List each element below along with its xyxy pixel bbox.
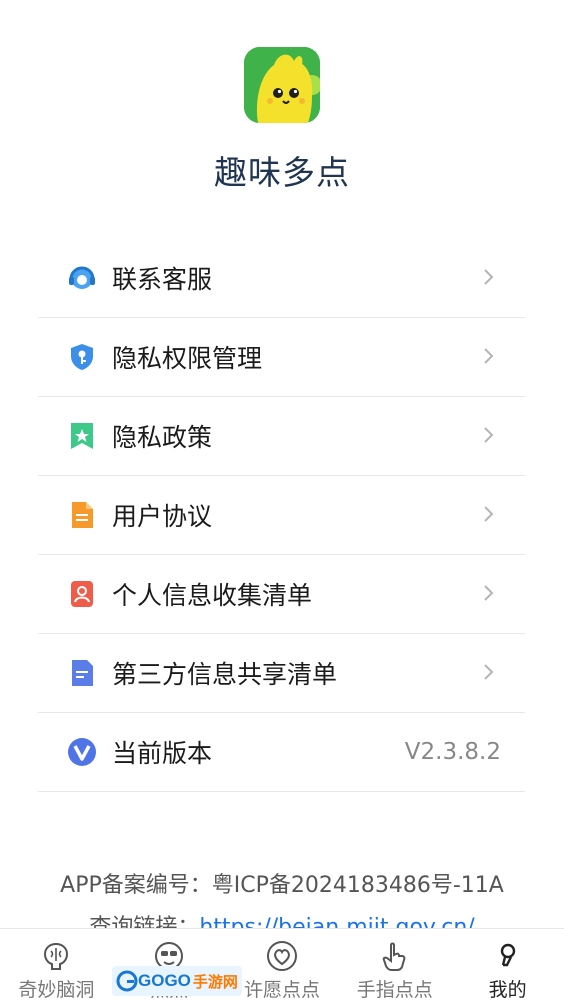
document-icon — [66, 499, 98, 531]
menu-item-privacy-permissions[interactable]: 隐私权限管理 — [38, 318, 525, 397]
chevron-right-icon — [484, 269, 494, 285]
tab-profile[interactable]: 我的 — [451, 929, 564, 1005]
app-name: 趣味多点 — [214, 153, 350, 192]
tab-finger[interactable]: 手指点点 — [338, 929, 451, 1005]
chevron-right-icon — [484, 427, 494, 443]
menu-item-personal-info-list[interactable]: 个人信息收集清单 — [38, 555, 525, 634]
profile-icon — [500, 943, 515, 967]
settings-menu: 联系客服 隐私权限管理 隐私政策 用户协议 个人信息收集清单 第三方信息共享清单… — [38, 239, 525, 792]
gogo-logo-icon — [116, 970, 138, 992]
menu-item-current-version: 当前版本 V2.3.8.2 — [38, 713, 525, 792]
tab-label: 奇妙脑洞 — [18, 979, 95, 1001]
bookmark-star-icon — [66, 420, 98, 452]
menu-label: 第三方信息共享清单 — [112, 660, 338, 689]
tab-label: 许愿点点 — [243, 979, 320, 1001]
menu-label: 隐私政策 — [112, 423, 213, 452]
brain-icon — [44, 942, 69, 970]
chevron-right-icon — [484, 664, 494, 680]
person-card-icon — [66, 578, 98, 610]
file-lines-icon — [66, 657, 98, 689]
tab-brain[interactable]: 奇妙脑洞 — [0, 929, 113, 1005]
tab-label: 我的 — [488, 979, 527, 1001]
menu-label: 个人信息收集清单 — [112, 581, 313, 610]
tab-label: 手指点点 — [356, 979, 433, 1001]
menu-label: 隐私权限管理 — [112, 344, 263, 373]
version-value: V2.3.8.2 — [404, 739, 501, 765]
chevron-right-icon — [484, 506, 494, 522]
icp-filing-number: APP备案编号：粤ICP备2024183486号-11A — [60, 873, 504, 898]
chevron-right-icon — [484, 348, 494, 364]
watermark-text: GOGO — [138, 971, 191, 990]
menu-item-user-agreement[interactable]: 用户协议 — [38, 476, 525, 555]
v-badge-icon — [66, 736, 98, 768]
app-logo — [244, 47, 320, 123]
shield-key-icon — [66, 341, 98, 373]
watermark-text2: 手游网 — [192, 972, 238, 991]
headset-icon — [66, 262, 98, 294]
menu-label: 联系客服 — [112, 265, 213, 294]
menu-item-third-party-sharing[interactable]: 第三方信息共享清单 — [38, 634, 525, 713]
heart-icon — [266, 941, 297, 971]
hand-pointer-icon — [382, 942, 406, 971]
menu-label: 用户协议 — [112, 502, 213, 531]
gogo-watermark: GOGO 手游网 — [112, 966, 242, 996]
menu-item-contact-support[interactable]: 联系客服 — [38, 239, 525, 318]
chevron-right-icon — [484, 585, 494, 601]
mascot-icon — [244, 47, 320, 123]
menu-item-privacy-policy[interactable]: 隐私政策 — [38, 397, 525, 476]
tab-wish[interactable]: 许愿点点 — [226, 929, 339, 1005]
menu-label: 当前版本 — [112, 739, 213, 768]
bottom-tab-bar: 奇妙脑洞 点点 许愿点点 手指点点 我的 — [0, 928, 564, 1005]
